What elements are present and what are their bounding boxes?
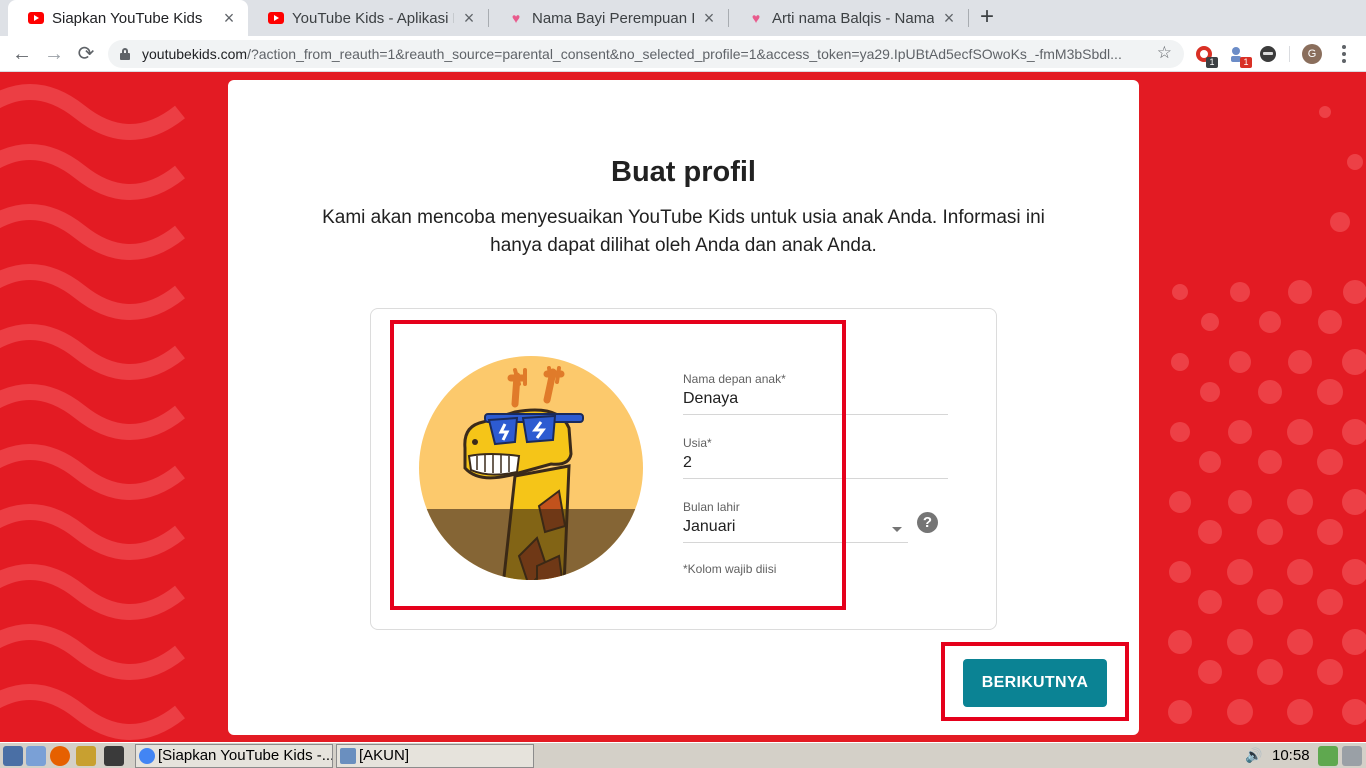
page-subtitle: Kami akan mencoba menyesuaikan YouTube K… [322, 207, 1045, 256]
extension-badge: 1 [1206, 57, 1218, 68]
address-bar[interactable]: youtubekids.com/?action_from_reauth=1&re… [108, 40, 1184, 68]
browser-toolbar: ← → ⟳ youtubekids.com/?action_from_reaut… [0, 36, 1366, 72]
reload-icon[interactable]: ⟳ [74, 42, 98, 66]
tab-nama-bayi-perempuan[interactable]: ♥ Nama Bayi Perempuan Isl × [488, 0, 728, 36]
file-manager-icon[interactable] [26, 746, 46, 766]
taskbar-window-chrome[interactable]: [Siapkan YouTube Kids -... [135, 744, 333, 768]
taskbar-window-title: [Siapkan YouTube Kids -... [158, 747, 333, 764]
show-desktop-icon[interactable] [3, 746, 23, 766]
create-profile-card: Buat profil Kami akan mencoba menyesuaik… [228, 80, 1139, 735]
tab-title: Nama Bayi Perempuan Isl [532, 9, 694, 27]
help-icon[interactable]: ? [917, 512, 938, 533]
page-title: Buat profil [611, 156, 756, 188]
firefox-icon[interactable] [50, 746, 70, 766]
tab-title: Arti nama Balqis - Nama B [772, 9, 934, 27]
page-background: Buat profil Kami akan mencoba menyesuaik… [0, 72, 1366, 742]
clock[interactable]: 10:58 [1272, 747, 1310, 764]
new-tab-button[interactable]: + [975, 5, 999, 30]
tab-title: Siapkan YouTube Kids [52, 9, 203, 27]
toolbar-divider [1289, 46, 1290, 62]
bookmark-star-icon[interactable]: ☆ [1157, 43, 1172, 63]
close-icon[interactable]: × [460, 9, 478, 27]
heart-icon: ♥ [751, 10, 761, 26]
profile-avatar[interactable]: G [1302, 44, 1322, 64]
folder-icon [340, 748, 356, 764]
chevron-down-icon[interactable] [892, 527, 902, 532]
heart-icon: ♥ [511, 10, 521, 26]
tab-separator [968, 9, 969, 27]
tab-youtube-kids-aplikasi[interactable]: YouTube Kids - Aplikasi Kh × [248, 0, 488, 36]
battery-icon[interactable] [1318, 746, 1338, 766]
chrome-icon [139, 748, 155, 764]
app-launcher-icon[interactable] [76, 746, 96, 766]
youtube-icon [268, 10, 284, 26]
volume-icon[interactable]: 🔊 [1245, 747, 1262, 764]
os-taskbar: [Siapkan YouTube Kids -... [AKUN] 🔊 10:5… [0, 742, 1366, 768]
back-arrow-icon[interactable]: ← [10, 42, 34, 66]
extension-red-icon[interactable]: 1 [1194, 44, 1218, 68]
terminal-icon[interactable] [104, 746, 124, 766]
extension-blue-icon[interactable]: 1 [1228, 44, 1252, 68]
tab-strip: Siapkan YouTube Kids × YouTube Kids - Ap… [0, 0, 1366, 36]
youtube-icon [28, 10, 44, 26]
highlight-box-next [941, 642, 1129, 721]
url-path: /?action_from_reauth=1&reauth_source=par… [247, 46, 1122, 62]
forward-arrow-icon[interactable]: → [42, 42, 66, 66]
more-menu-icon[interactable] [1340, 43, 1348, 65]
close-icon[interactable]: × [220, 9, 238, 27]
highlight-box-profile [390, 320, 846, 610]
extension-dark-icon[interactable] [1258, 44, 1278, 64]
network-icon[interactable] [1342, 746, 1362, 766]
taskbar-window-akun[interactable]: [AKUN] [336, 744, 534, 768]
tab-title: YouTube Kids - Aplikasi Kh [292, 9, 454, 27]
tab-siapkan-youtube-kids[interactable]: Siapkan YouTube Kids × [8, 0, 248, 36]
close-icon[interactable]: × [700, 9, 718, 27]
lock-icon[interactable] [120, 48, 130, 60]
close-icon[interactable]: × [940, 9, 958, 27]
tab-arti-nama-balqis[interactable]: ♥ Arti nama Balqis - Nama B × [728, 0, 968, 36]
taskbar-window-title: [AKUN] [359, 747, 410, 764]
url-host: youtubekids.com [142, 46, 248, 62]
extension-badge: 1 [1240, 57, 1252, 68]
url-text: youtubekids.com/?action_from_reauth=1&re… [142, 46, 1152, 62]
